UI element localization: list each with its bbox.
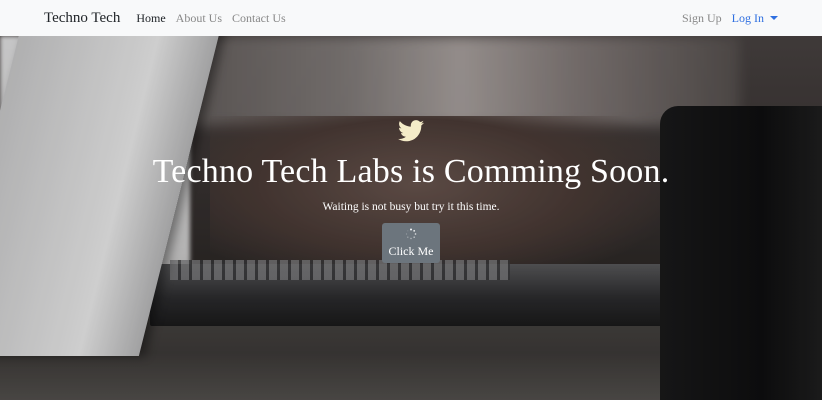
click-me-label: Click Me — [388, 243, 434, 258]
caret-down-icon — [770, 16, 778, 20]
sign-up-link[interactable]: Sign Up — [682, 11, 722, 26]
hero-headline: Techno Tech Labs is Comming Soon. — [152, 153, 670, 190]
nav-link-home[interactable]: Home — [136, 11, 165, 26]
brand-link[interactable]: Techno Tech — [44, 10, 120, 27]
hero-section: Techno Tech Labs is Comming Soon. Waitin… — [0, 36, 822, 400]
click-me-button[interactable]: Click Me — [382, 223, 440, 263]
nav-link-contact-us[interactable]: Contact Us — [232, 11, 286, 26]
nav-link-about-us[interactable]: About Us — [176, 11, 222, 26]
log-in-label: Log In — [731, 10, 764, 25]
primary-nav: Home About Us Contact Us — [136, 11, 295, 26]
navbar: Techno Tech Home About Us Contact Us Sig… — [0, 0, 822, 36]
loading-spinner-icon — [405, 228, 417, 239]
hero-content: Techno Tech Labs is Comming Soon. Waitin… — [0, 120, 822, 263]
twitter-bird-icon — [398, 120, 424, 142]
log-in-dropdown[interactable]: Log In — [732, 11, 778, 26]
hero-tagline: Waiting is not busy but try it this time… — [322, 201, 500, 213]
account-nav: Sign Up Log In — [672, 11, 778, 26]
